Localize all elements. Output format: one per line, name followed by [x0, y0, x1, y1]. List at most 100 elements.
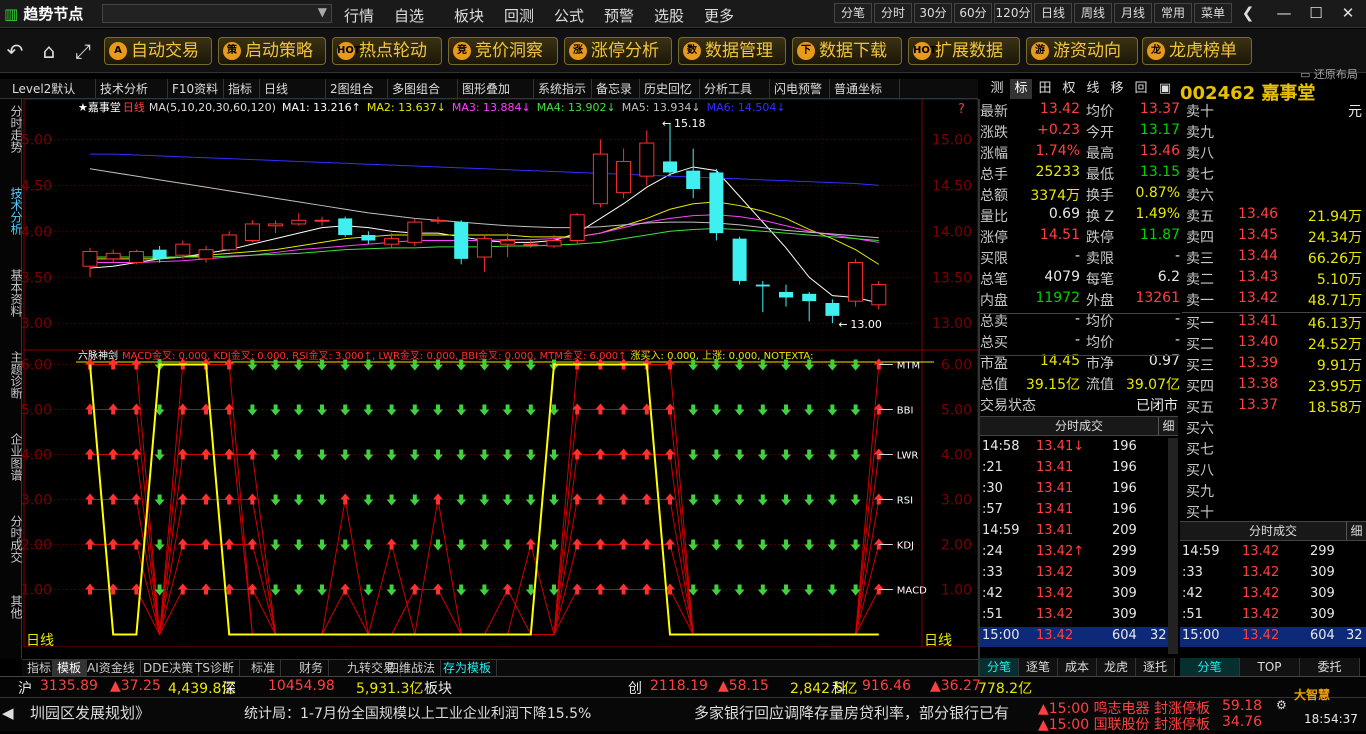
ask-price[interactable]: 13.45: [1238, 227, 1278, 243]
trade-row[interactable]: :30 13.41 196: [980, 480, 1168, 500]
chart-tool-tab-7[interactable]: ▣: [1154, 79, 1176, 99]
left-tab-5[interactable]: 分时成交: [0, 515, 23, 563]
left-tab-3[interactable]: 主题诊断: [0, 351, 23, 399]
period-button-7[interactable]: 月线: [1114, 3, 1152, 23]
chart-tool-tab-5[interactable]: 移: [1106, 79, 1128, 99]
candle[interactable]: [384, 238, 400, 245]
chart-tool-tab-2[interactable]: 田: [1034, 79, 1056, 99]
kline-chart-svg[interactable]: 15.00 15.00 14.50 14.50 14.00 14.00 13.50 13.50…: [12, 98, 979, 662]
candle[interactable]: [523, 243, 539, 246]
menu-item-1[interactable]: 自选: [394, 5, 424, 26]
candle[interactable]: [663, 161, 677, 173]
candle[interactable]: [732, 238, 747, 281]
period-button-2[interactable]: 30分: [914, 3, 952, 23]
candle[interactable]: [639, 142, 655, 177]
candle[interactable]: [569, 214, 585, 241]
candle[interactable]: [244, 223, 260, 241]
candle[interactable]: [291, 219, 307, 225]
trade-row[interactable]: :51 13.42 309: [980, 606, 1168, 626]
back-icon[interactable]: ❮: [1234, 3, 1262, 23]
panel-tab-3[interactable]: 龙虎: [1097, 658, 1136, 676]
candle[interactable]: [592, 153, 608, 205]
subbar-item-5[interactable]: 2图组合: [326, 79, 388, 99]
fullscreen-icon[interactable]: ⤢: [70, 39, 96, 63]
subbar-item-11[interactable]: 分析工具: [700, 79, 770, 99]
bottom-tab-2[interactable]: AI资金线: [82, 660, 141, 677]
candle[interactable]: [152, 249, 167, 259]
kline-chart-area[interactable]: 15.00 15.00 14.50 14.50 14.00 14.00 13.50 13.50…: [12, 98, 979, 662]
candle[interactable]: [407, 221, 423, 243]
candle[interactable]: [709, 172, 724, 234]
bottom-tab-4[interactable]: TS诊断: [190, 660, 240, 677]
left-tab-1[interactable]: 技术分析: [0, 187, 23, 235]
candle[interactable]: [314, 219, 330, 222]
toolbar-button-1[interactable]: 策启动策略: [218, 37, 326, 65]
candle[interactable]: [755, 284, 770, 287]
menu-item-6[interactable]: 选股: [654, 5, 684, 26]
period-button-0[interactable]: 分笔: [834, 3, 872, 23]
home-icon[interactable]: ⌂: [36, 39, 62, 63]
period-button-9[interactable]: 菜单: [1194, 3, 1232, 23]
left-tab-4[interactable]: 企业图谱: [0, 433, 23, 481]
news-left[interactable]: 圳园区发展规划》: [30, 702, 150, 723]
trade-row[interactable]: :21 13.41 196: [980, 459, 1168, 479]
panel-tab-0[interactable]: 分笔: [1180, 658, 1240, 676]
candle[interactable]: [779, 291, 793, 298]
trade-row[interactable]: :33 13.42 309: [980, 564, 1168, 584]
menu-item-0[interactable]: 行情: [344, 5, 374, 26]
period-button-8[interactable]: 常用: [1154, 3, 1192, 23]
chart-tool-tab-3[interactable]: 权: [1058, 79, 1080, 99]
subbar-item-0[interactable]: Level2默认: [8, 79, 96, 99]
period-button-6[interactable]: 周线: [1074, 3, 1112, 23]
panel-tab-4[interactable]: 逐托: [1136, 658, 1175, 676]
trade-row[interactable]: 14:59 13.42 299: [1180, 543, 1366, 563]
menu-item-7[interactable]: 更多: [704, 5, 734, 26]
toolbar-button-2[interactable]: HOT 热点轮动: [332, 37, 442, 65]
menu-item-2[interactable]: 板块: [454, 5, 484, 26]
candle[interactable]: [338, 218, 353, 235]
news-right[interactable]: 多家银行回应调降存量房贷利率，部分银行已有: [694, 702, 1009, 723]
trades-detail-button[interactable]: 细: [1346, 522, 1366, 540]
trade-row[interactable]: 15:00 13.42 604 32: [980, 627, 1168, 647]
bid-price[interactable]: 13.41: [1238, 313, 1278, 329]
bottom-tab-9[interactable]: 存为模板: [438, 660, 498, 677]
panel-tab-1[interactable]: TOP: [1240, 658, 1300, 676]
toolbar-button-8[interactable]: 游游资动向: [1026, 37, 1138, 65]
panel-tab-2[interactable]: 委托: [1300, 658, 1360, 676]
candle[interactable]: [105, 252, 121, 260]
period-button-3[interactable]: 60分: [954, 3, 992, 23]
subbar-item-4[interactable]: 日线: [260, 79, 326, 99]
ask-price[interactable]: 13.46: [1238, 206, 1278, 222]
subbar-item-13[interactable]: 普通坐标: [830, 79, 900, 99]
trade-row[interactable]: :42 13.42 309: [1180, 585, 1366, 605]
toolbar-button-5[interactable]: 数数据管理: [678, 37, 786, 65]
trades-detail-button[interactable]: 细: [1158, 417, 1178, 435]
gear-icon[interactable]: ⚙: [1276, 698, 1287, 712]
candle[interactable]: [871, 284, 887, 306]
candle[interactable]: [616, 160, 632, 194]
limit-up-alert[interactable]: ▲15:00 国联股份 封涨停板: [1038, 714, 1210, 734]
subbar-item-9[interactable]: 备忘录: [592, 79, 640, 99]
subbar-item-2[interactable]: F10资料: [168, 79, 224, 99]
panel-tab-1[interactable]: 逐笔: [1019, 658, 1058, 676]
candle[interactable]: [454, 222, 469, 259]
candle[interactable]: [500, 239, 516, 245]
left-tab-2[interactable]: 基本资料: [0, 269, 23, 317]
bottom-tab-8[interactable]: 四维战法: [382, 660, 442, 677]
toolbar-button-6[interactable]: 下数据下载: [792, 37, 902, 65]
chart-tool-tab-1[interactable]: 标: [1010, 79, 1032, 99]
subbar-item-1[interactable]: 技术分析: [96, 79, 168, 99]
bottom-tab-6[interactable]: 财务: [294, 660, 330, 677]
chart-tool-tab-6[interactable]: 回: [1130, 79, 1152, 99]
subbar-item-8[interactable]: 系统指示: [534, 79, 592, 99]
menu-item-3[interactable]: 回测: [504, 5, 534, 26]
candle[interactable]: [175, 243, 191, 256]
bottom-tab-5[interactable]: 标准: [246, 660, 282, 677]
candle[interactable]: [546, 239, 562, 247]
menu-item-4[interactable]: 公式: [554, 5, 584, 26]
candle[interactable]: [268, 223, 284, 227]
menu-item-5[interactable]: 预警: [604, 5, 634, 26]
maximize-icon[interactable]: ☐: [1302, 3, 1330, 23]
ask-price[interactable]: 13.44: [1238, 248, 1278, 264]
toolbar-button-7[interactable]: HOT 扩展数据: [908, 37, 1020, 65]
